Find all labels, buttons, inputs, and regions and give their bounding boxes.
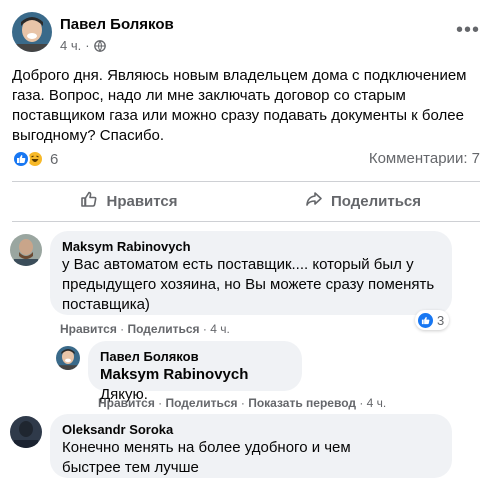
comment-share-link[interactable]: Поделиться <box>166 396 238 410</box>
globe-icon <box>93 39 106 52</box>
commenter-avatar[interactable] <box>56 346 80 370</box>
comment-actions: Нравится · Поделиться · Показать перевод… <box>98 396 387 410</box>
divider <box>12 221 480 222</box>
comment-reactions-count: 3 <box>437 312 445 328</box>
comment-author[interactable]: Maksym Rabinovych <box>62 239 440 255</box>
like-icon <box>418 312 433 328</box>
share-button-label: Поделиться <box>330 192 422 210</box>
comment-actions: Нравится · Поделиться · 4 ч. <box>60 322 230 336</box>
post-author-name[interactable]: Павел Боляков <box>60 16 174 33</box>
like-icon <box>12 150 30 168</box>
like-button-label: Нравится <box>106 192 178 210</box>
post-header: Павел Боляков 4 ч. · ••• <box>12 12 482 58</box>
post-actions: Нравится Поделиться <box>12 186 480 216</box>
commenter-avatar[interactable] <box>10 416 42 448</box>
mention-link[interactable]: Maksym Rabinovych <box>100 366 248 383</box>
comment-share-link[interactable]: Поделиться <box>128 322 200 336</box>
author-avatar[interactable] <box>12 12 52 52</box>
post-time[interactable]: 4 ч. <box>60 38 81 53</box>
like-button[interactable]: Нравится <box>12 186 246 216</box>
comment-author[interactable]: Oleksandr Soroka <box>62 422 440 438</box>
post-meta: 4 ч. · <box>60 38 106 53</box>
comments-count[interactable]: Комментарии: 7 <box>369 150 480 167</box>
comment-text: у Вас автоматом есть поставщик.... котор… <box>62 256 435 313</box>
comment-bubble: Maksym Rabinovych у Вас автоматом есть п… <box>50 231 452 315</box>
thumbs-up-icon <box>80 190 98 212</box>
comment-author[interactable]: Павел Боляков <box>100 349 290 365</box>
show-translation-link[interactable]: Показать перевод <box>248 396 356 410</box>
reactions-summary[interactable]: 6 Комментарии: 7 <box>12 149 480 169</box>
comment-bubble: Павел Боляков Maksym Rabinovych Дякую. <box>88 341 302 403</box>
share-arrow-icon <box>305 190 323 212</box>
share-button[interactable]: Поделиться <box>246 186 480 216</box>
comment-like-link[interactable]: Нравится <box>60 322 117 336</box>
divider <box>12 181 480 182</box>
reactions-count: 6 <box>50 150 59 168</box>
commenter-avatar[interactable] <box>10 234 42 266</box>
more-options-icon[interactable]: ••• <box>456 20 480 40</box>
comment-time[interactable]: 4 ч. <box>210 322 230 336</box>
comment-like-link[interactable]: Нравится <box>98 396 155 410</box>
comment-time[interactable]: 4 ч. <box>367 396 387 410</box>
comment-text: Конечно менять на более удобного и чем б… <box>62 439 351 476</box>
post-text: Доброго дня. Являюсь новым владельцем до… <box>12 67 467 144</box>
comment-reactions[interactable]: 3 <box>415 310 450 330</box>
comment-bubble: Oleksandr Soroka Конечно менять на более… <box>50 414 452 478</box>
